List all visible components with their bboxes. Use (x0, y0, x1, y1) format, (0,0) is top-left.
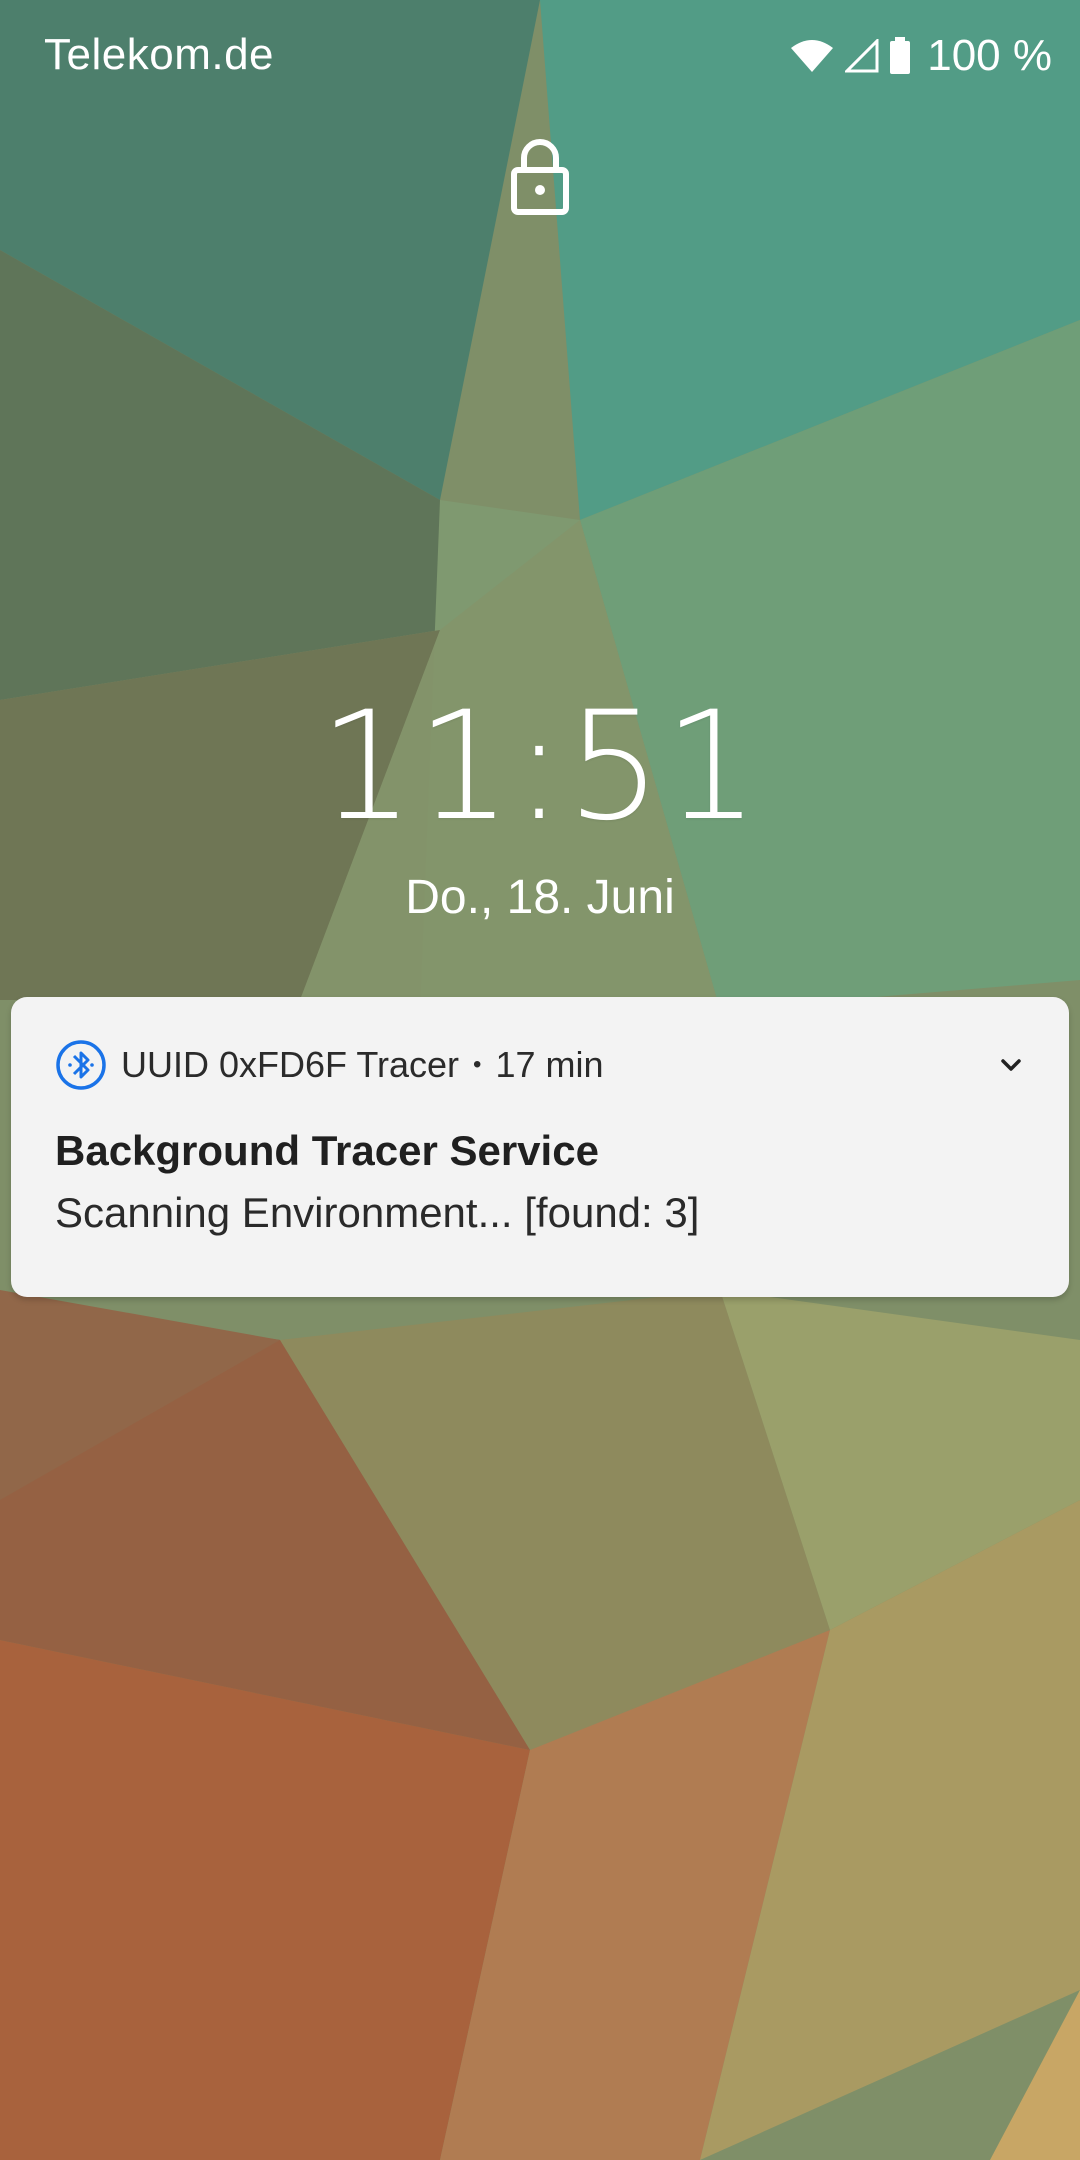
lockscreen-clock: 11:51 (318, 680, 762, 854)
notification-title: Background Tracer Service (55, 1127, 599, 1174)
status-icons: 100 % (789, 30, 1052, 82)
notification-separator: • (473, 1051, 482, 1078)
notification-text: Scanning Environment... [found: 3] (55, 1189, 700, 1236)
lock-icon[interactable] (508, 136, 572, 216)
battery-percent: 100 % (927, 31, 1052, 80)
battery-icon (890, 37, 911, 74)
chevron-down-icon[interactable] (993, 1047, 1029, 1083)
status-bar: Telekom.de 100 % (0, 0, 1080, 112)
cell-signal-icon (845, 39, 879, 73)
lockscreen-date: Do., 18. Juni (405, 871, 675, 924)
notification-card[interactable]: UUID 0xFD6F Tracer • 17 min Background T… (11, 997, 1069, 1297)
notification-header: UUID 0xFD6F Tracer • 17 min (55, 1037, 604, 1093)
carrier-name: Telekom.de (44, 30, 275, 79)
bluetooth-icon (56, 1040, 106, 1090)
wifi-icon (791, 40, 834, 72)
notification-age: 17 min (495, 1044, 604, 1085)
notification-app-name: UUID 0xFD6F Tracer (121, 1044, 460, 1085)
